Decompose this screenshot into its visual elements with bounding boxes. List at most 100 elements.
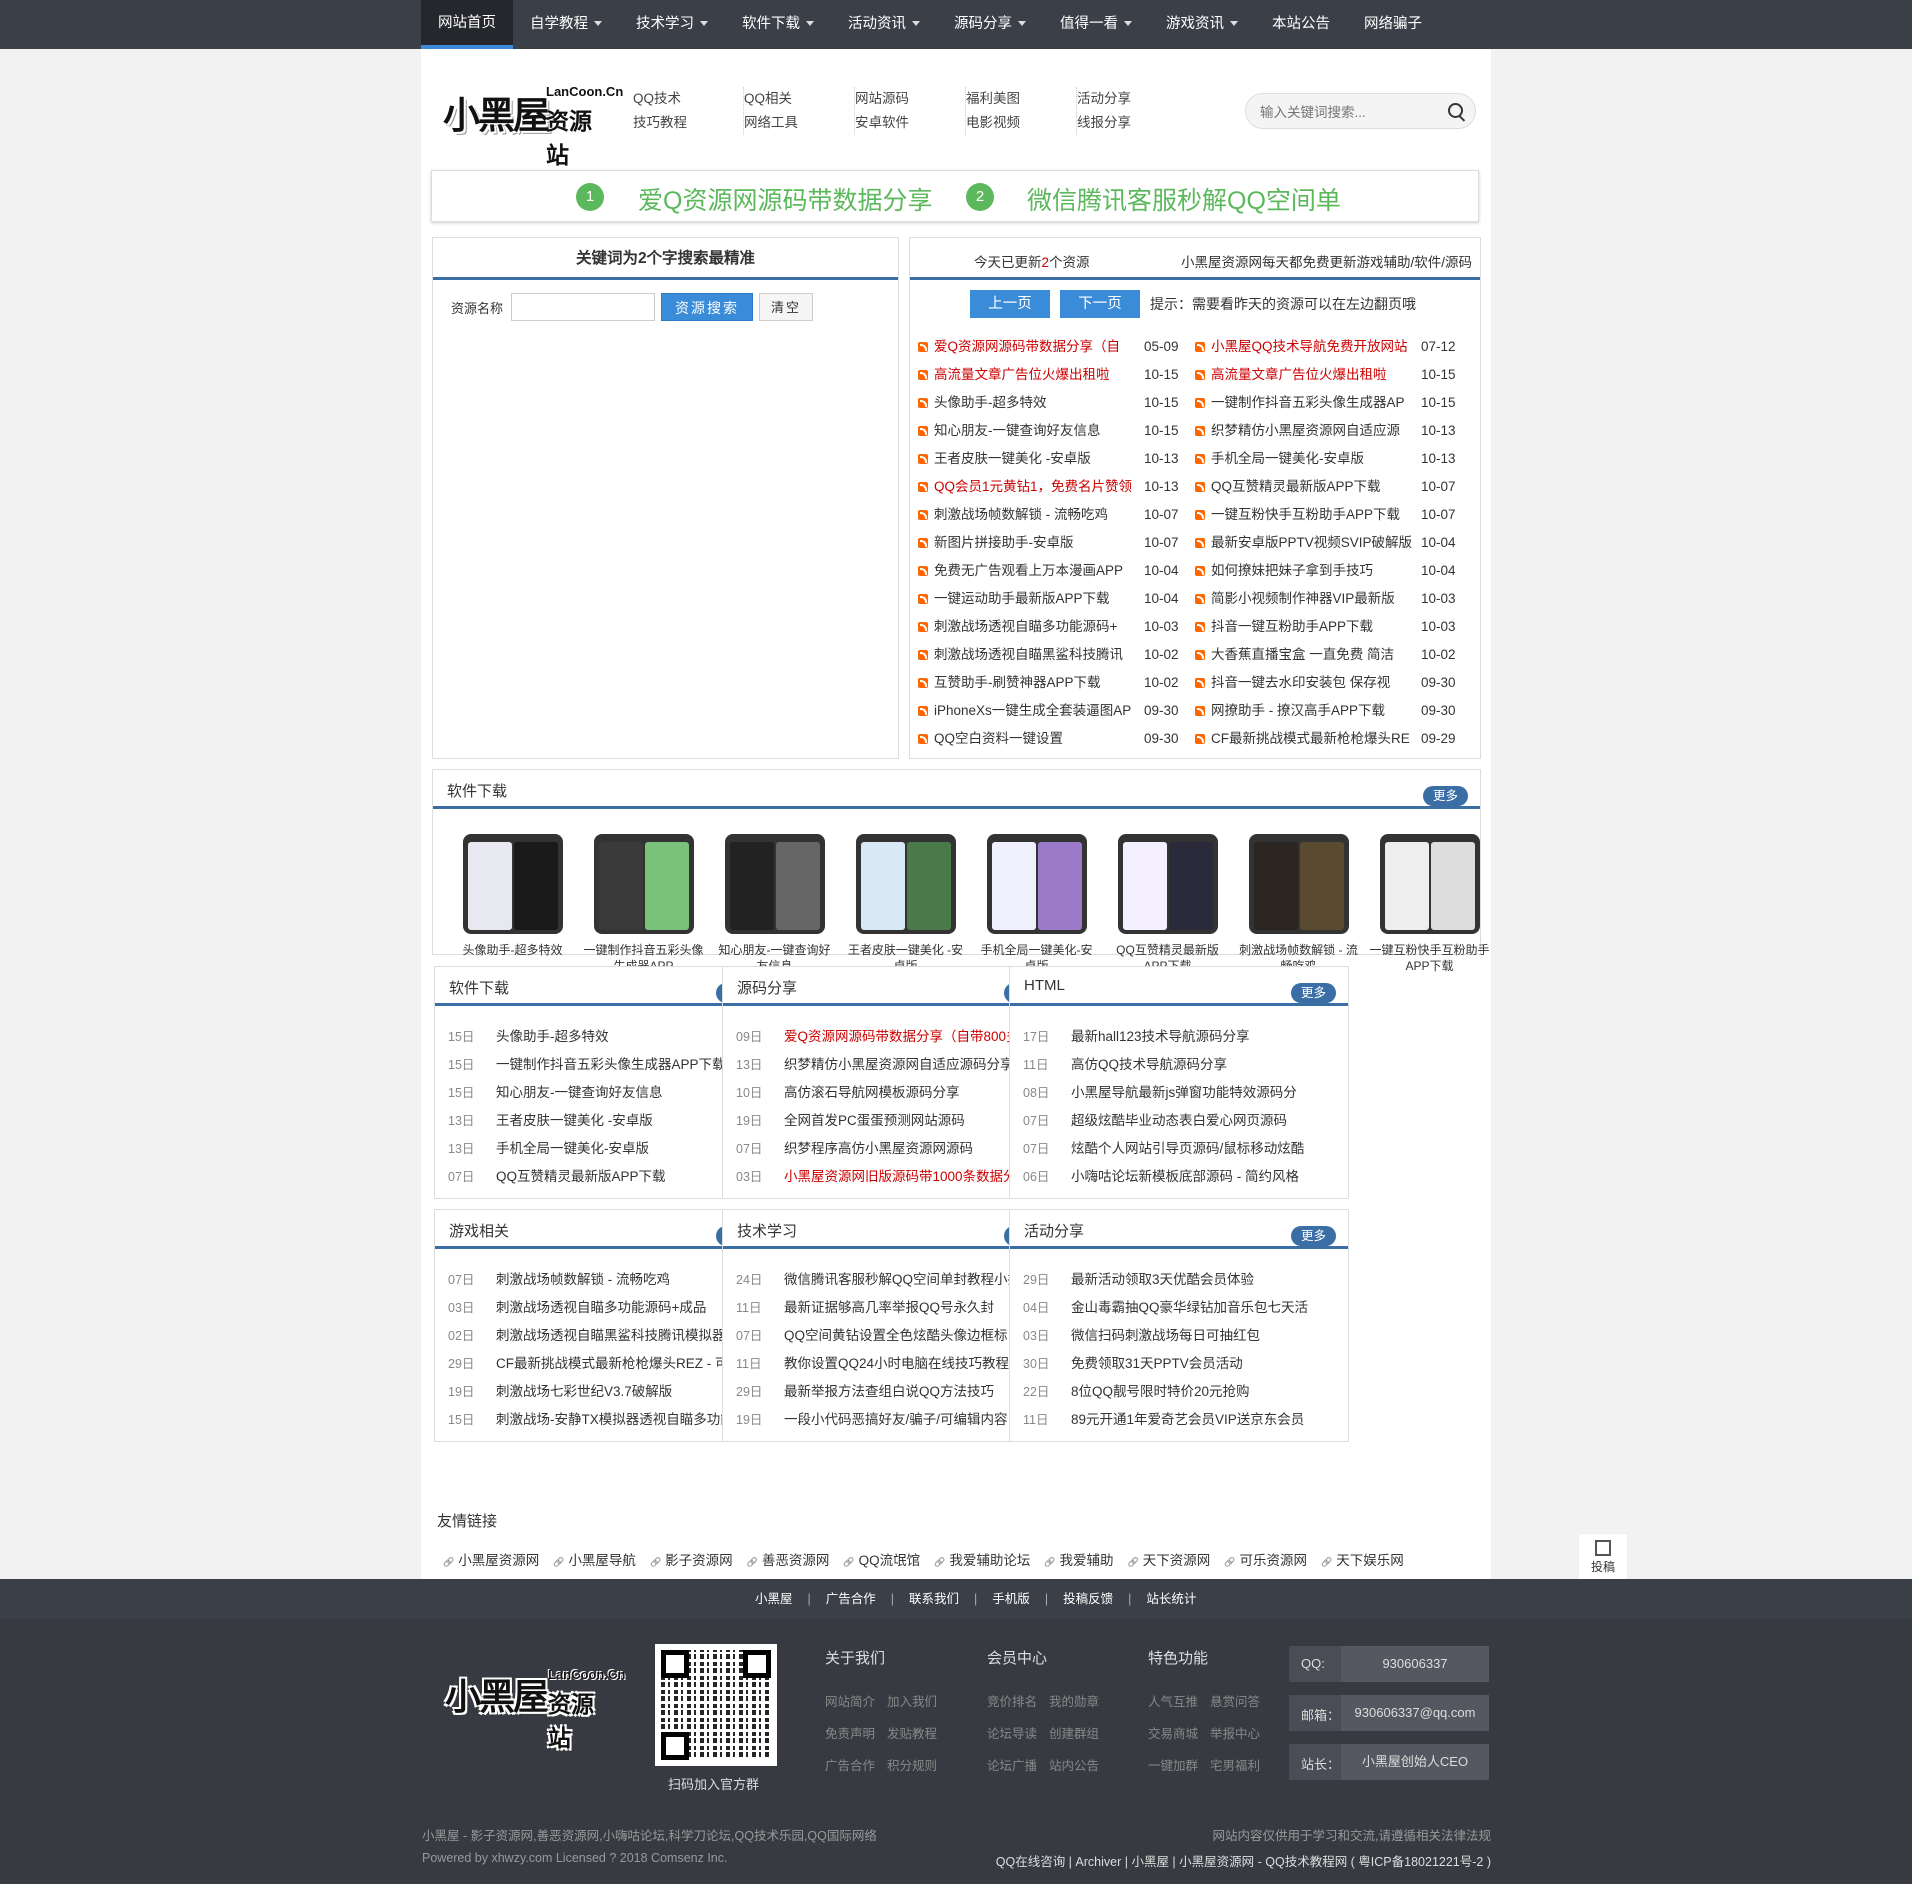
footer-col-link[interactable]: 发贴教程 xyxy=(887,1727,937,1741)
footer-col-link[interactable]: 一键加群 xyxy=(1148,1759,1198,1773)
header-link[interactable]: 技巧教程 xyxy=(633,111,743,135)
section-item-title[interactable]: 89元开通1年爱奇艺会员VIP送京东会员 xyxy=(1071,1406,1341,1434)
update-title[interactable]: 王者皮肤一键美化 -安卓版 xyxy=(934,445,1140,473)
app-thumbnail[interactable] xyxy=(724,834,825,934)
update-item[interactable]: 互赞助手-刷赞神器APP下载 10-02 xyxy=(918,669,1195,697)
section-item[interactable]: 07日 刺激战场帧数解锁 - 流畅吃鸡 xyxy=(448,1266,768,1294)
footer-col-link[interactable]: 网站简介 xyxy=(825,1695,875,1709)
friend-link[interactable]: 善恶资源网 xyxy=(747,1549,830,1569)
footer-link[interactable]: 广告合作 xyxy=(811,1579,891,1619)
section-item[interactable]: 11日 89元开通1年爱奇艺会员VIP送京东会员 xyxy=(1023,1406,1343,1434)
footer-logo[interactable]: 小黑屋 LanCoon.Cn 资源站 xyxy=(445,1665,625,1751)
footer-col-link[interactable]: 宅男福利 xyxy=(1210,1759,1260,1773)
update-item[interactable]: 刺激战场透视自瞄多功能源码+ 10-03 xyxy=(918,613,1195,641)
friend-link[interactable]: 小黑屋导航 xyxy=(553,1549,636,1569)
section-item[interactable]: 19日 全网首发PC蛋蛋预测网站源码 xyxy=(736,1107,1056,1135)
update-item[interactable]: 刺激战场透视自瞄黑鲨科技腾讯 10-02 xyxy=(918,641,1195,669)
footer-col-link[interactable]: 免责声明 xyxy=(825,1727,875,1741)
update-item[interactable]: 新图片拼接助手-安卓版 10-07 xyxy=(918,529,1195,557)
banner-link-2[interactable]: 微信腾讯客服秒解QQ空间单 xyxy=(1027,181,1341,217)
update-title[interactable]: 最新安卓版PPTV视频SVIP破解版 xyxy=(1211,529,1417,557)
software-app[interactable]: 头像助手-超多特效 xyxy=(447,834,578,974)
section-item[interactable]: 30日 免费领取31天PPTV会员活动 xyxy=(1023,1350,1343,1378)
footer-col-link[interactable]: 竞价排名 xyxy=(987,1695,1037,1709)
section-item[interactable]: 15日 刺激战场-安静TX模拟器透视自瞄多功能 xyxy=(448,1406,768,1434)
section-more-button[interactable]: 更多 xyxy=(1290,983,1336,1003)
section-item[interactable]: 07日 QQ互赞精灵最新版APP下载 xyxy=(448,1163,768,1191)
section-item[interactable]: 29日 最新举报方法查组白说QQ方法技巧 xyxy=(736,1378,1056,1406)
section-item[interactable]: 22日 8位QQ靓号限时特价20元抢购 xyxy=(1023,1378,1343,1406)
update-title[interactable]: 一键互粉快手互粉助手APP下载 xyxy=(1211,501,1417,529)
update-item[interactable]: 手机全局一键美化-安卓版 10-13 xyxy=(1195,445,1472,473)
update-title[interactable]: 织梦精仿小黑屋资源网自适应源 xyxy=(1211,417,1417,445)
friend-link[interactable]: 影子资源网 xyxy=(650,1549,733,1569)
update-title[interactable]: 一键制作抖音五彩头像生成器AP xyxy=(1211,389,1417,417)
update-item[interactable]: iPhoneXs一键生成全套装逼图AP 09-30 xyxy=(918,697,1195,725)
app-thumbnail[interactable] xyxy=(855,834,956,934)
friend-link[interactable]: 我爱辅助论坛 xyxy=(934,1549,1030,1569)
contact-value[interactable]: 930606337 xyxy=(1341,1646,1489,1682)
update-title[interactable]: 刺激战场透视自瞄多功能源码+ xyxy=(934,613,1140,641)
section-item[interactable]: 15日 知心朋友-一键查询好友信息 xyxy=(448,1079,768,1107)
update-item[interactable]: 抖音一键互粉助手APP下载 10-03 xyxy=(1195,613,1472,641)
nav-item-6[interactable]: 值得一看 xyxy=(1043,0,1149,49)
nav-item-9[interactable]: 网络骗子 xyxy=(1347,0,1439,49)
footer-link[interactable]: 投稿反馈 xyxy=(1048,1579,1128,1619)
update-title[interactable]: 高流量文章广告位火爆出租啦 xyxy=(934,361,1140,389)
section-item[interactable]: 19日 刺激战场七彩世纪V3.7破解版 xyxy=(448,1378,768,1406)
section-item[interactable]: 29日 CF最新挑战模式最新枪枪爆头REZ - 可 xyxy=(448,1350,768,1378)
update-title[interactable]: 刺激战场帧数解锁 - 流畅吃鸡 xyxy=(934,501,1140,529)
search-icon[interactable] xyxy=(1448,103,1463,118)
friend-link[interactable]: 小黑屋资源网 xyxy=(443,1549,539,1569)
header-link[interactable]: 福利美图 xyxy=(966,87,1076,111)
footer-link[interactable]: 联系我们 xyxy=(894,1579,974,1619)
update-item[interactable]: 简影小视频制作神器VIP最新版 10-03 xyxy=(1195,585,1472,613)
update-item[interactable]: 小黑屋QQ技术导航免费开放网站 07-12 xyxy=(1195,333,1472,361)
nav-item-8[interactable]: 本站公告 xyxy=(1255,0,1347,49)
contact-value[interactable]: 小黑屋创始人CEO xyxy=(1341,1744,1489,1780)
section-item[interactable]: 02日 刺激战场透视自瞄黑鲨科技腾讯模拟器 xyxy=(448,1322,768,1350)
footer-link[interactable]: 站长统计 xyxy=(1131,1579,1211,1619)
section-item-title[interactable]: 微信扫码刺激战场每日可抽红包 xyxy=(1071,1322,1341,1350)
update-item[interactable]: 爱Q资源网源码带数据分享（自 05-09 xyxy=(918,333,1195,361)
update-item[interactable]: 高流量文章广告位火爆出租啦 10-15 xyxy=(1195,361,1472,389)
section-item[interactable]: 10日 高仿滚石导航网模板源码分享 xyxy=(736,1079,1056,1107)
update-title[interactable]: 手机全局一键美化-安卓版 xyxy=(1211,445,1417,473)
nav-item-2[interactable]: 技术学习 xyxy=(619,0,725,49)
nav-item-1[interactable]: 自学教程 xyxy=(513,0,619,49)
section-item[interactable]: 11日 高仿QQ技术导航源码分享 xyxy=(1023,1051,1343,1079)
footer-col-link[interactable]: 论坛广播 xyxy=(987,1759,1037,1773)
update-title[interactable]: 网撩助手 - 撩汉高手APP下载 xyxy=(1211,697,1417,725)
update-title[interactable]: 新图片拼接助手-安卓版 xyxy=(934,529,1140,557)
section-item[interactable]: 11日 教你设置QQ24小时电脑在线技巧教程 xyxy=(736,1350,1056,1378)
section-item[interactable]: 29日 最新活动领取3天优酷会员体验 xyxy=(1023,1266,1343,1294)
update-item[interactable]: 抖音一键去水印安装包 保存视 09-30 xyxy=(1195,669,1472,697)
section-item[interactable]: 07日 织梦程序高仿小黑屋资源网源码 xyxy=(736,1135,1056,1163)
section-item-title[interactable]: 金山毒霸抽QQ豪华绿钻加音乐包七天活 xyxy=(1071,1294,1341,1322)
update-title[interactable]: QQ空白资料一键设置 xyxy=(934,725,1140,753)
update-title[interactable]: 高流量文章广告位火爆出租啦 xyxy=(1211,361,1417,389)
update-title[interactable]: 小黑屋QQ技术导航免费开放网站 xyxy=(1211,333,1417,361)
section-item[interactable]: 15日 一键制作抖音五彩头像生成器APP下载 xyxy=(448,1051,768,1079)
section-item[interactable]: 08日 小黑屋导航最新js弹窗功能特效源码分 xyxy=(1023,1079,1343,1107)
section-item[interactable]: 07日 QQ空间黄钻设置全色炫酷头像边框标 xyxy=(736,1322,1056,1350)
update-title[interactable]: 抖音一键互粉助手APP下载 xyxy=(1211,613,1417,641)
update-title[interactable]: CF最新挑战模式最新枪枪爆头RE xyxy=(1211,725,1417,753)
update-title[interactable]: 爱Q资源网源码带数据分享（自 xyxy=(934,333,1140,361)
friend-link[interactable]: 天下资源网 xyxy=(1128,1549,1211,1569)
resource-name-input[interactable] xyxy=(511,293,656,321)
update-title[interactable]: 互赞助手-刷赞神器APP下载 xyxy=(934,669,1140,697)
header-link[interactable]: QQ相关 xyxy=(744,87,854,111)
section-item[interactable]: 03日 微信扫码刺激战场每日可抽红包 xyxy=(1023,1322,1343,1350)
footer-icp[interactable]: QQ在线咨询 | Archiver | 小黑屋 | 小黑屋资源网 - QQ技术教… xyxy=(996,1851,1491,1870)
update-item[interactable]: 高流量文章广告位火爆出租啦 10-15 xyxy=(918,361,1195,389)
section-item[interactable]: 19日 一段小代码恶搞好友/骗子/可编辑内容 xyxy=(736,1406,1056,1434)
header-link[interactable]: 安卓软件 xyxy=(855,111,965,135)
update-item[interactable]: 王者皮肤一键美化 -安卓版 10-13 xyxy=(918,445,1195,473)
banner-link-1[interactable]: 爱Q资源网源码带数据分享 xyxy=(638,181,932,217)
section-item-title[interactable]: 小嗨咕论坛新模板底部源码 - 简约风格 xyxy=(1071,1163,1341,1191)
footer-col-link[interactable]: 积分规则 xyxy=(887,1759,937,1773)
update-item[interactable]: 一键制作抖音五彩头像生成器AP 10-15 xyxy=(1195,389,1472,417)
app-thumbnail[interactable] xyxy=(1379,834,1480,934)
footer-col-link[interactable]: 交易商城 xyxy=(1148,1727,1198,1741)
